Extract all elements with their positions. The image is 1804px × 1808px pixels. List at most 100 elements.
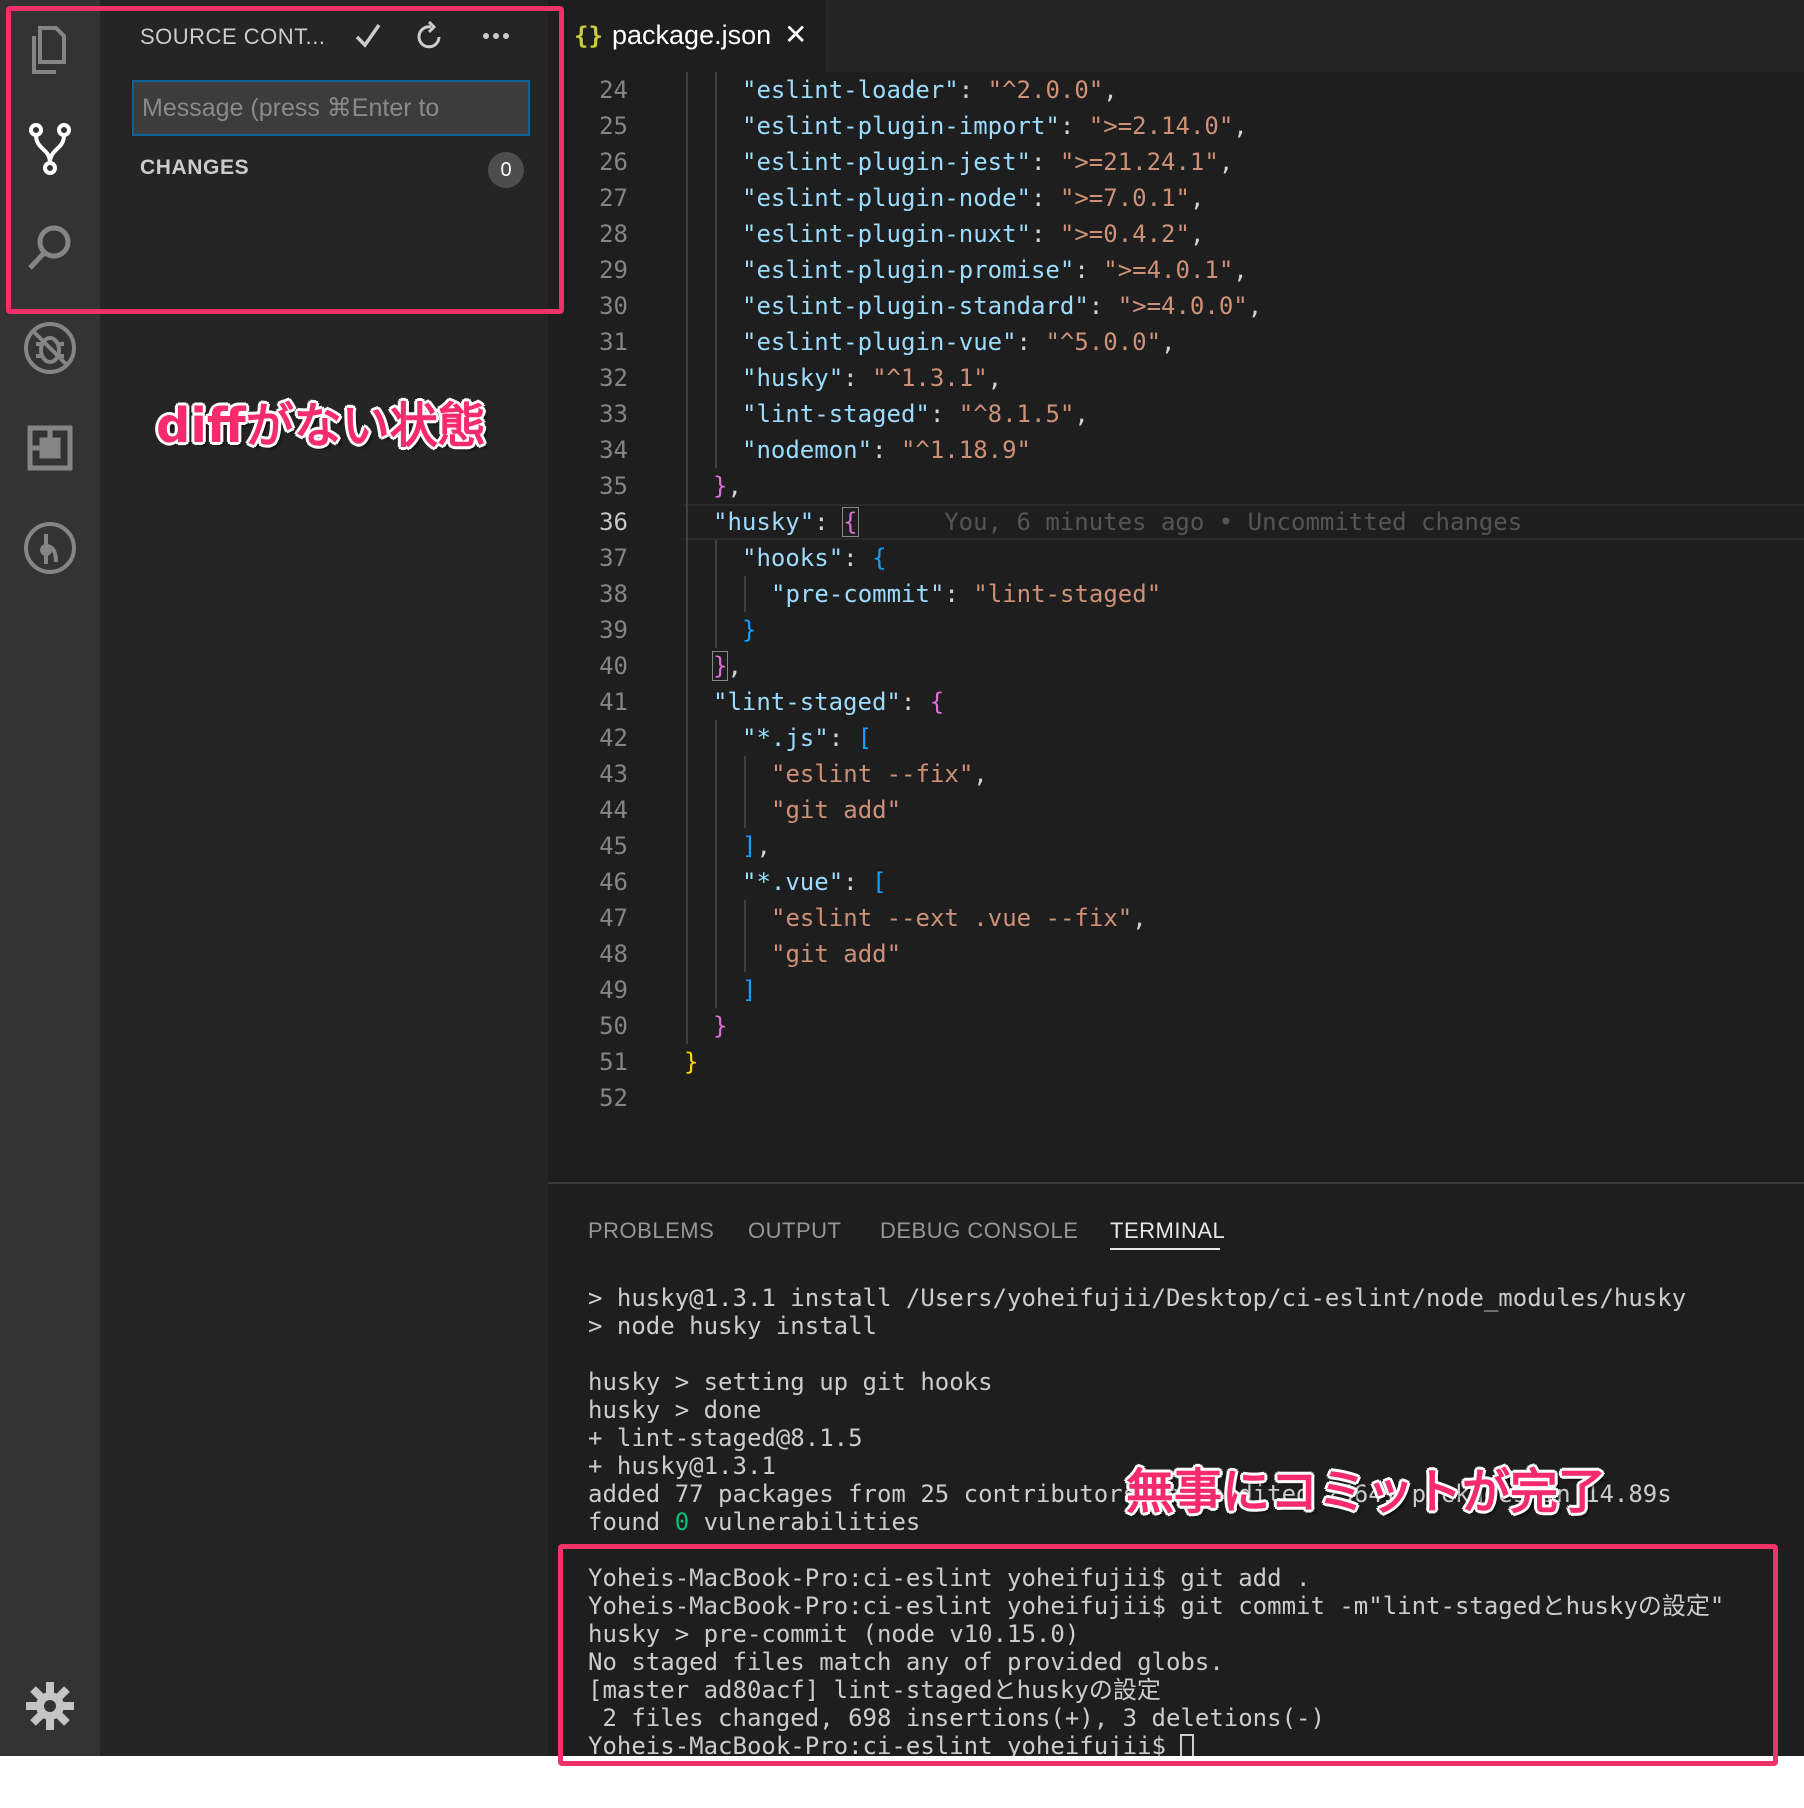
code-line: 48 "git add" [548,936,1804,972]
indent-guide [715,432,717,468]
line-content: ], [742,828,771,864]
indent-guide [686,648,688,684]
changes-count-badge: 0 [488,152,524,188]
bracket: } [742,616,757,644]
line-content: } [713,1008,727,1044]
indent-guide [686,828,688,864]
indent-guide [744,900,746,936]
line-content: "lint-staged": { [713,688,945,716]
gitlens-button[interactable] [18,516,82,580]
code-line: 29 "eslint-plugin-promise": ">=4.0.1", [548,252,1804,288]
line-number: 34 [599,436,628,464]
indent-guide [715,936,717,972]
line-number: 29 [599,256,628,284]
gitlens-icon [24,522,76,574]
line-number: 47 [599,904,628,932]
refresh-button[interactable] [406,14,454,58]
code-line: 37 "hooks": { [548,540,1804,576]
source-control-button[interactable] [18,116,82,180]
code-line: 26 "eslint-plugin-jest": ">=21.24.1", [548,144,1804,180]
code-lines: 24 "eslint-loader": "^2.0.0", 25 "eslint-pl… [548,72,1804,1116]
code-line: 50} [548,1008,1804,1044]
refresh-icon [417,21,441,49]
search-button[interactable] [18,216,82,280]
terminal-line: Yoheis-MacBook-Pro:ci-eslint yoheifujii$ [588,1732,1788,1756]
line-content: ] [742,972,756,1008]
explorer-button[interactable] [18,18,82,82]
line-content: "*.vue": [ [742,868,887,896]
line-number: 49 [599,976,628,1004]
line-number: 44 [599,796,628,824]
indent-guide [686,432,688,468]
extensions-button[interactable] [18,416,82,480]
punctuation: , [1103,76,1118,104]
line-number: 45 [599,832,628,860]
changes-section-label[interactable]: CHANGES [140,156,249,180]
tab-output[interactable]: OUTPUT [748,1218,841,1244]
punctuation: , [1218,148,1234,176]
json-key: "eslint-plugin-jest" [742,148,1031,176]
line-content: "husky": { You, 6 minutes ago • Uncommit… [713,507,1523,537]
json-string-value: "git add" [771,940,902,968]
tab-problems[interactable]: PROBLEMS [588,1218,714,1244]
ellipsis-icon [483,33,509,39]
line-content: }, [711,648,742,684]
indent-guide [744,792,746,828]
close-icon[interactable]: ✕ [784,18,807,51]
code-line: 32 "husky": "^1.3.1", [548,360,1804,396]
commit-message-input[interactable] [132,80,530,136]
code-line: 38 "pre-commit": "lint-staged" [548,576,1804,612]
json-key: "eslint-loader" [742,76,959,104]
tab-package-json[interactable]: {} package.json ✕ [548,0,826,72]
line-content: "husky": "^1.3.1", [742,364,1003,392]
json-string-value: "^2.0.0" [987,76,1104,104]
bracket: ] [742,832,757,860]
line-number: 30 [599,292,628,320]
more-actions-button[interactable] [472,14,520,58]
settings-gear-icon [26,1682,74,1730]
indent-guide [686,936,688,972]
terminal-line: > node husky install [588,1312,877,1340]
json-string-value: ">=0.4.2" [1059,220,1190,248]
json-key: "nodemon" [742,436,873,464]
punctuation: , [756,832,771,860]
terminal-line: > husky@1.3.1 install /Users/yoheifujii/… [588,1284,1687,1312]
indent-guide [686,216,688,252]
indent-guide [715,72,717,108]
bracket: [ [857,724,873,752]
line-content: } [742,612,756,648]
line-number: 31 [599,328,628,356]
line-content: "nodemon": "^1.18.9" [742,436,1031,464]
terminal-line: husky > pre-commit (node v10.15.0) [588,1620,1080,1648]
debug-icon [24,322,76,374]
line-content: "pre-commit": "lint-staged" [771,580,1162,608]
terminal-line: husky > done [588,1396,762,1424]
json-file-icon: {} [574,22,603,50]
line-number: 33 [599,400,628,428]
indent-guide [686,360,688,396]
tab-terminal[interactable]: TERMINAL [1110,1218,1225,1244]
debug-button[interactable] [18,316,82,380]
json-string-value: "^1.3.1" [872,364,988,392]
json-string-value: "lint-staged" [973,580,1162,608]
bracket: ] [742,976,757,1004]
settings-button[interactable] [18,1674,82,1738]
code-line: 34 "nodemon": "^1.18.9" [548,432,1804,468]
code-line: 35}, [548,468,1804,504]
punctuation: , [727,472,742,500]
commit-button[interactable] [344,14,392,58]
code-line: 39} [548,612,1804,648]
line-number: 48 [599,940,628,968]
line-number: 41 [599,688,628,716]
punctuation: , [1189,220,1205,248]
extensions-icon [27,425,73,471]
tab-debug-console[interactable]: DEBUG CONSOLE [880,1218,1078,1244]
json-key: "eslint-plugin-promise" [742,256,1075,284]
indent-guide [686,756,688,792]
check-icon [355,23,381,48]
indent-guide [686,108,688,144]
json-key: "eslint-plugin-standard" [742,292,1089,320]
source-control-icon [29,123,71,175]
json-key: "eslint-plugin-node" [742,184,1031,212]
code-editor[interactable]: 24 "eslint-loader": "^2.0.0", 25 "eslint-pl… [548,72,1804,1182]
